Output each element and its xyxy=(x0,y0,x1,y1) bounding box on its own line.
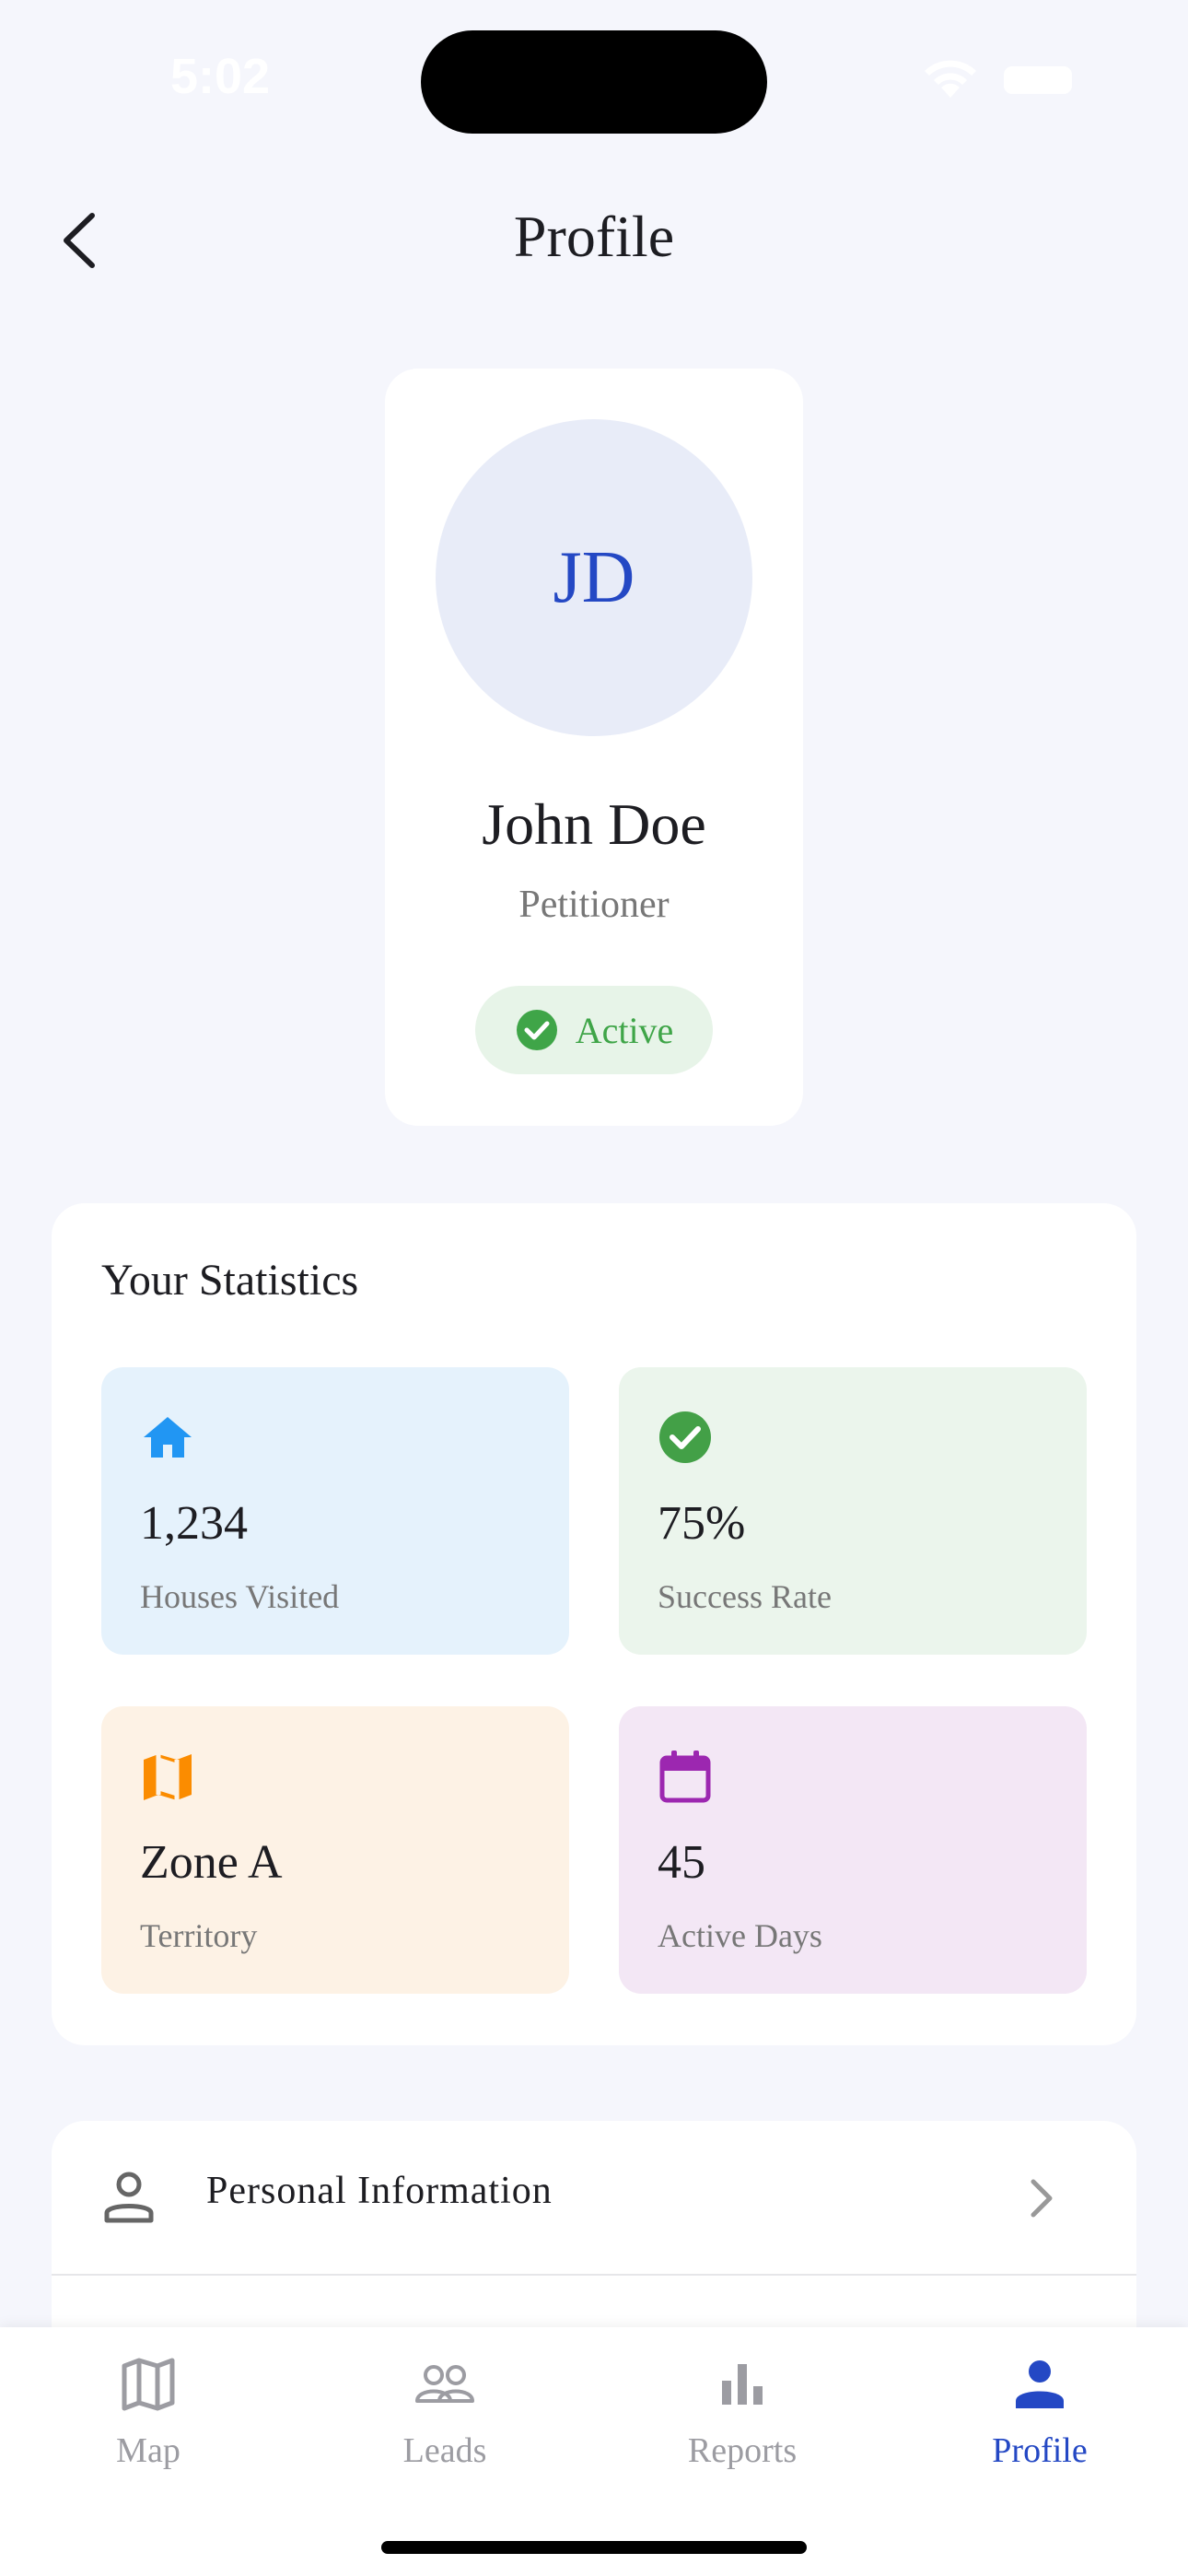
tab-label: Leads xyxy=(402,2431,487,2470)
people-icon xyxy=(415,2365,474,2403)
person-filled-icon xyxy=(1016,2360,1064,2408)
stat-value: 45 xyxy=(658,1836,705,1889)
status-time: 5:02 xyxy=(170,49,271,104)
stat-tile-active-days: 45 Active Days xyxy=(619,1706,1087,1994)
tab-map[interactable]: Map xyxy=(0,2355,297,2493)
stat-value: 1,234 xyxy=(140,1497,248,1550)
status-badge: Active xyxy=(475,986,713,1074)
check-circle-icon xyxy=(659,1411,711,1463)
map-icon xyxy=(144,1754,192,1800)
home-icon xyxy=(144,1417,192,1458)
stat-label: Territory xyxy=(140,1917,258,1954)
check-circle-icon xyxy=(516,1010,557,1050)
stat-value: Zone A xyxy=(140,1836,283,1889)
dynamic-island xyxy=(421,30,767,134)
profile-card: JD John Doe Petitioner Active xyxy=(385,369,803,1126)
profile-role: Petitioner xyxy=(518,884,670,926)
stat-label: Active Days xyxy=(658,1917,822,1954)
tab-label: Reports xyxy=(687,2431,798,2470)
home-indicator xyxy=(381,2541,807,2554)
battery-icon xyxy=(1004,66,1072,94)
chevron-right-icon xyxy=(1031,2179,1053,2218)
stat-tile-houses-visited: 1,234 Houses Visited xyxy=(101,1367,569,1655)
menu-item-personal-information[interactable]: Personal Information xyxy=(52,2121,1136,2276)
stat-tile-success-rate: 75% Success Rate xyxy=(619,1367,1087,1655)
stat-label: Success Rate xyxy=(658,1578,832,1615)
tab-reports[interactable]: Reports xyxy=(594,2355,891,2493)
page-title: Profile xyxy=(513,204,675,269)
avatar-initials: JD xyxy=(553,536,635,618)
status-bar: 5:02 xyxy=(0,0,1188,157)
statistics-title: Your Statistics xyxy=(101,1256,359,1305)
avatar: JD xyxy=(436,419,752,736)
menu-item-label: Personal Information xyxy=(206,2170,553,2212)
stat-tile-territory: Zone A Territory xyxy=(101,1706,569,1994)
person-icon xyxy=(104,2172,154,2223)
statistics-card: Your Statistics 1,234 Houses Visited 75%… xyxy=(52,1203,1136,2045)
profile-name: John Doe xyxy=(482,791,706,857)
stat-label: Houses Visited xyxy=(140,1578,340,1615)
wifi-icon xyxy=(925,60,976,98)
bar-chart-icon xyxy=(722,2364,763,2405)
tab-leads[interactable]: Leads xyxy=(297,2355,593,2493)
stat-value: 75% xyxy=(658,1497,746,1550)
tab-bar: Map Leads Reports Profile xyxy=(0,2327,1188,2576)
tab-profile[interactable]: Profile xyxy=(891,2355,1188,2493)
calendar-icon xyxy=(659,1751,711,1803)
tab-label: Profile xyxy=(992,2431,1088,2470)
tab-label: Map xyxy=(116,2431,181,2470)
status-badge-label: Active xyxy=(575,1009,674,1051)
map-outline-icon xyxy=(122,2358,175,2411)
